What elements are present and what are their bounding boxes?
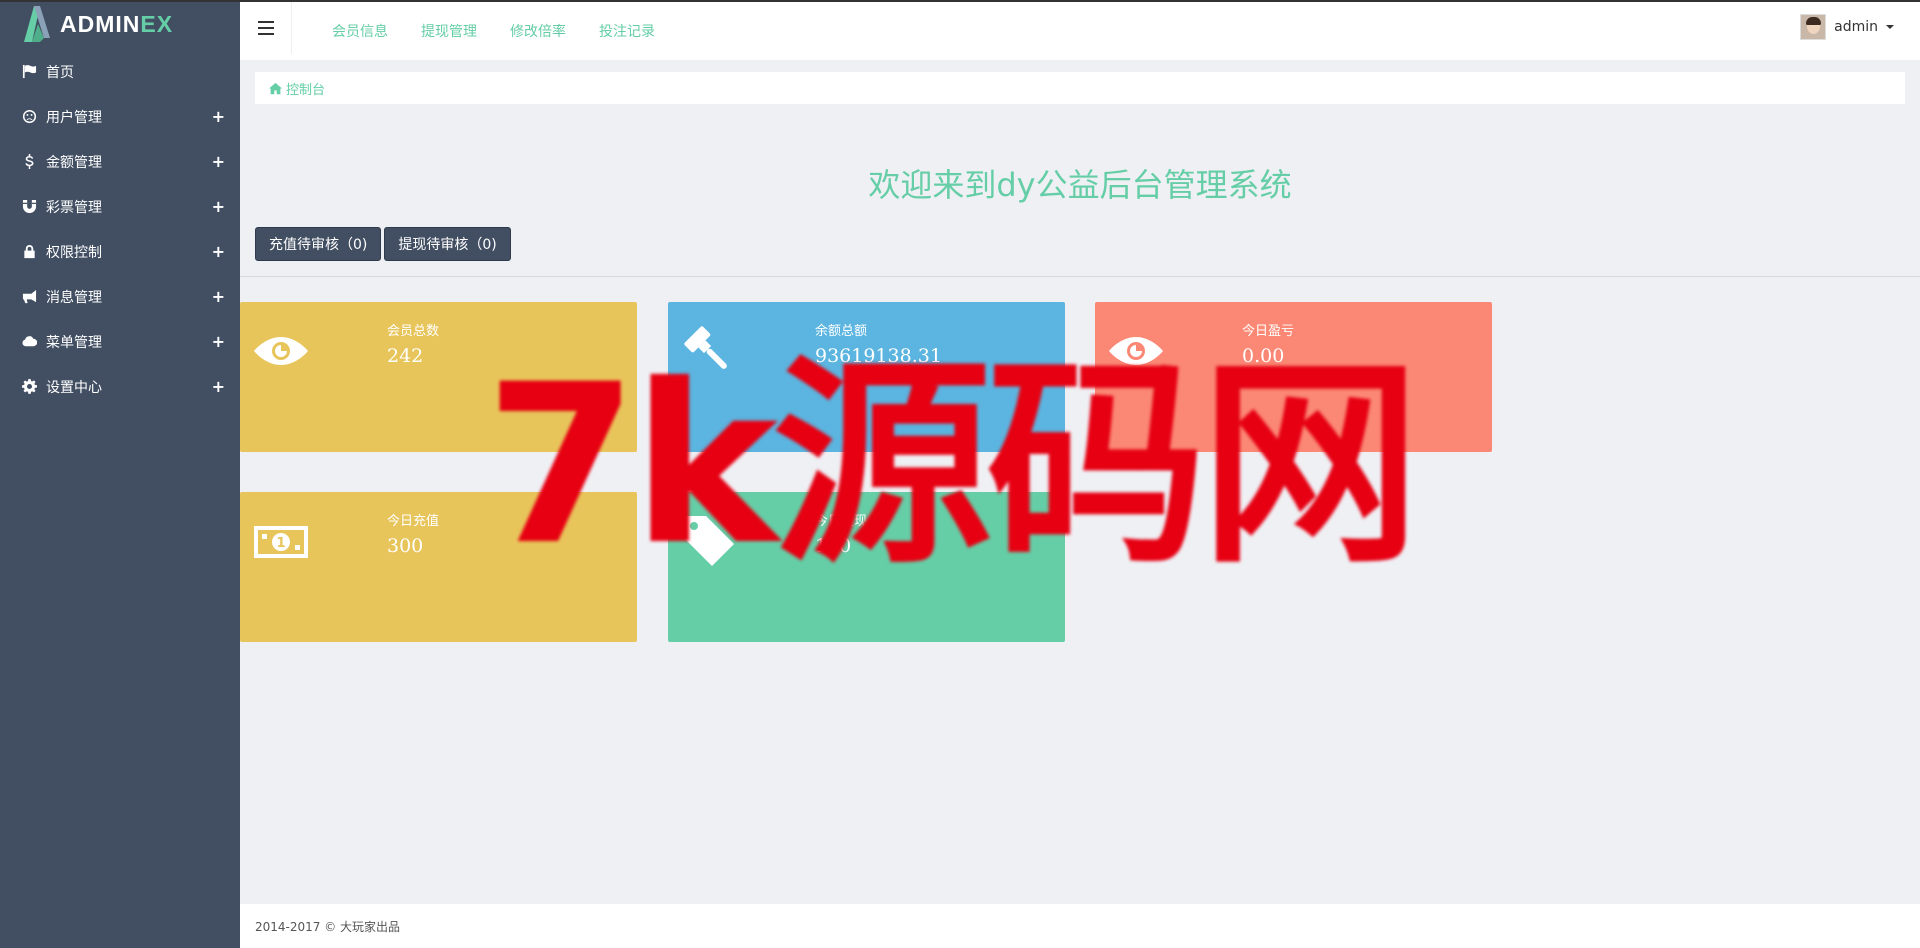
sidebar-item-home[interactable]: 首页 xyxy=(0,49,240,94)
logo-text: ADMINEX xyxy=(60,11,173,38)
header: 会员信息 提现管理 修改倍率 投注记录 admin xyxy=(240,2,1920,60)
stat-value: 100 xyxy=(815,535,852,557)
sidebar-item-label: 金额管理 xyxy=(46,154,102,171)
sidebar-item-money[interactable]: 金额管理 + xyxy=(0,139,240,184)
expand-icon: + xyxy=(211,332,225,351)
sidebar-item-label: 设置中心 xyxy=(46,379,102,396)
page-title: 欢迎来到dy公益后台管理系统 xyxy=(868,166,1292,204)
expand-icon: + xyxy=(211,152,225,171)
sidebar-item-lottery[interactable]: 彩票管理 + xyxy=(0,184,240,229)
home-icon xyxy=(269,82,282,94)
sidebar-item-users[interactable]: 用户管理 + xyxy=(0,94,240,139)
nav-withdraw-management[interactable]: 提现管理 xyxy=(421,21,477,41)
logo-text-main: ADMIN xyxy=(60,10,141,37)
sidebar-item-label: 菜单管理 xyxy=(46,334,102,351)
stat-card-today-withdraw: 今日提现 100 xyxy=(668,492,1065,642)
user-menu[interactable]: admin xyxy=(1800,14,1894,40)
sidebar-item-permissions[interactable]: 权限控制 + xyxy=(0,229,240,274)
nav-member-info[interactable]: 会员信息 xyxy=(332,21,388,41)
sidebar-item-menus[interactable]: 菜单管理 + xyxy=(0,319,240,364)
sidebar-item-label: 彩票管理 xyxy=(46,199,102,216)
money-icon: 1 xyxy=(254,514,308,568)
stat-label: 余额总额 xyxy=(815,324,868,339)
flag-icon xyxy=(20,63,38,81)
expand-icon: + xyxy=(211,197,225,216)
stat-card-members: 会员总数 242 xyxy=(240,302,637,452)
nav-bet-records[interactable]: 投注记录 xyxy=(599,21,655,41)
menu-toggle-button[interactable] xyxy=(240,2,292,54)
stat-label: 今日提现 xyxy=(815,514,868,529)
breadcrumb: 控制台 xyxy=(255,72,1905,104)
sidebar-item-label: 首页 xyxy=(46,64,74,81)
pending-buttons: 充值待审核（0) 提现待审核（0) xyxy=(255,227,514,261)
footer: 2014-2017 © 大玩家出品 xyxy=(240,904,1920,948)
stat-card-balance: 余额总额 93619138.31 xyxy=(668,302,1065,452)
divider xyxy=(240,276,1920,277)
sidebar: ADMINEX 首页 用户管理 + 金额管理 + 彩票管理 + 权限控制 + 消… xyxy=(0,0,240,948)
breadcrumb-dashboard[interactable]: 控制台 xyxy=(286,79,325,98)
top-border xyxy=(0,0,1920,2)
sidebar-item-settings[interactable]: 设置中心 + xyxy=(0,364,240,409)
magnet-icon xyxy=(20,198,38,216)
sidebar-item-messages[interactable]: 消息管理 + xyxy=(0,274,240,319)
sidebar-menu: 首页 用户管理 + 金额管理 + 彩票管理 + 权限控制 + 消息管理 + 菜单… xyxy=(0,49,240,409)
top-nav: 会员信息 提现管理 修改倍率 投注记录 xyxy=(332,2,688,60)
pending-recharge-button[interactable]: 充值待审核（0) xyxy=(255,227,382,261)
expand-icon: + xyxy=(211,287,225,306)
logo-text-accent: EX xyxy=(140,10,174,37)
username: admin xyxy=(1834,19,1878,35)
hamburger-icon xyxy=(257,19,274,37)
cloud-icon xyxy=(20,333,38,351)
stat-value: 242 xyxy=(387,345,424,367)
logo-mark-icon xyxy=(20,4,54,44)
stat-value: 93619138.31 xyxy=(815,345,942,367)
eye-icon xyxy=(254,324,308,378)
nav-modify-odds[interactable]: 修改倍率 xyxy=(510,21,566,41)
logo[interactable]: ADMINEX xyxy=(0,0,240,48)
stat-label: 今日充值 xyxy=(387,514,440,529)
eye-icon xyxy=(1109,324,1163,378)
dollar-icon xyxy=(20,153,38,171)
stat-label: 今日盈亏 xyxy=(1242,324,1295,339)
stat-card-today-profit: 今日盈亏 0.00 xyxy=(1095,302,1492,452)
frown-icon xyxy=(20,108,38,126)
sidebar-item-label: 消息管理 xyxy=(46,289,102,306)
gavel-icon xyxy=(682,324,736,378)
bullhorn-icon xyxy=(20,288,38,306)
stat-value: 300 xyxy=(387,535,424,557)
stat-label: 会员总数 xyxy=(387,324,440,339)
sidebar-item-label: 权限控制 xyxy=(46,244,102,261)
svg-text:1: 1 xyxy=(276,536,285,551)
expand-icon: + xyxy=(211,242,225,261)
caret-down-icon xyxy=(1886,25,1894,29)
expand-icon: + xyxy=(211,107,225,126)
gear-icon xyxy=(20,378,38,396)
stat-card-today-recharge: 1 今日充值 300 xyxy=(240,492,637,642)
stat-value: 0.00 xyxy=(1242,345,1285,367)
sidebar-item-label: 用户管理 xyxy=(46,109,102,126)
pending-withdraw-button[interactable]: 提现待审核（0) xyxy=(384,227,511,261)
avatar xyxy=(1800,14,1827,40)
expand-icon: + xyxy=(211,377,225,396)
tag-icon xyxy=(682,514,736,568)
lock-icon xyxy=(20,243,38,261)
